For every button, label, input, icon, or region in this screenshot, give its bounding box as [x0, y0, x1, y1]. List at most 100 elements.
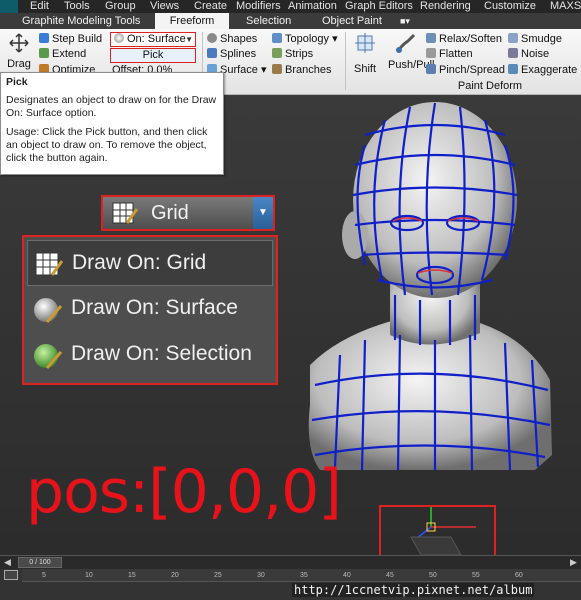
- time-slider-thumb[interactable]: 0 / 100: [18, 557, 62, 568]
- draw-on-menu: Draw On: Grid Draw On: Surface Draw On: …: [22, 235, 278, 385]
- tab-freeform[interactable]: Freeform: [155, 13, 229, 29]
- pick-button[interactable]: Pick: [110, 48, 196, 63]
- topology-button[interactable]: Topology ▾: [272, 32, 338, 46]
- exaggerate-label: Exaggerate: [521, 64, 578, 76]
- watermark-url: http://1ccnetvip.pixnet.net/album: [292, 583, 535, 597]
- tick-label: 55: [472, 572, 480, 579]
- push-pull-label: Push/Pull: [388, 59, 435, 71]
- tick-label: 15: [128, 572, 136, 579]
- strips-button[interactable]: Strips: [272, 47, 313, 61]
- push-pull-button[interactable]: Push/Pull: [388, 31, 435, 71]
- shapes-label: Shapes: [220, 33, 258, 45]
- next-frame-icon[interactable]: ▶: [570, 557, 577, 568]
- exaggerate-button[interactable]: Exaggerate: [508, 63, 577, 77]
- menu-create[interactable]: Create: [194, 0, 227, 13]
- drag-label: Drag: [7, 58, 31, 70]
- tick-label: 35: [300, 572, 308, 579]
- step-build-label: Step Build: [52, 33, 103, 45]
- pick-tooltip: Pick Designates an object to draw on for…: [0, 72, 224, 175]
- branches-button[interactable]: Branches: [272, 63, 331, 77]
- key-filter-icon[interactable]: [4, 570, 18, 580]
- extend-icon: [39, 48, 49, 58]
- draw-on-current-label: Grid: [151, 202, 189, 224]
- tab-object-paint[interactable]: Object Paint: [322, 13, 382, 29]
- grid-pencil-icon: [35, 252, 64, 276]
- menu-views[interactable]: Views: [150, 0, 179, 13]
- draw-on-grid-dropdown[interactable]: Grid ▼: [101, 195, 275, 231]
- tick-label: 20: [171, 572, 179, 579]
- brush-icon: [396, 33, 416, 53]
- extend-button[interactable]: Extend: [39, 47, 86, 61]
- splines-icon: [207, 48, 217, 58]
- menu-item-draw-on-selection[interactable]: Draw On: Selection: [27, 332, 273, 378]
- topology-icon: [272, 33, 282, 43]
- surface-sphere-icon: [34, 298, 63, 323]
- menu-customize[interactable]: Customize: [484, 0, 536, 13]
- menu-item-draw-on-surface[interactable]: Draw On: Surface: [27, 286, 273, 332]
- menu-modifiers[interactable]: Modifiers: [236, 0, 281, 13]
- menu-maxscript[interactable]: MAXS: [550, 0, 581, 13]
- smudge-button[interactable]: Smudge: [508, 32, 562, 46]
- time-slider-bar[interactable]: ◀ 0 / 100 ▶: [0, 555, 581, 569]
- pinch-spread-label: Pinch/Spread: [439, 64, 506, 76]
- menu-item-draw-on-grid[interactable]: Draw On: Grid: [27, 240, 273, 286]
- draw-on-surface-dropdown[interactable]: On: Surface ▼: [110, 32, 196, 47]
- relax-soften-button[interactable]: Relax/Soften: [426, 32, 502, 46]
- menu-graph-editors[interactable]: Graph Editors: [345, 0, 413, 13]
- head-bust-model[interactable]: [300, 95, 560, 515]
- menu-rendering[interactable]: Rendering: [420, 0, 471, 13]
- menu-item-label: Draw On: Surface: [71, 296, 238, 319]
- drag-button[interactable]: Drag: [4, 33, 34, 71]
- branches-label: Branches: [285, 64, 332, 76]
- flatten-icon: [426, 48, 436, 58]
- extend-label: Extend: [52, 48, 87, 60]
- step-build-icon: [39, 33, 49, 43]
- pinch-spread-button[interactable]: Pinch/Spread: [426, 63, 505, 77]
- shift-button[interactable]: Shift: [350, 33, 380, 76]
- selection-sphere-icon: [34, 344, 63, 369]
- tick-label: 10: [85, 572, 93, 579]
- chevron-down-icon: ▼: [185, 35, 193, 44]
- tick-label: 60: [515, 572, 523, 579]
- chevron-down-icon[interactable]: ▼: [253, 197, 273, 229]
- tooltip-usage: Usage: Click the Pick button, and then c…: [6, 126, 208, 164]
- position-annotation: pos:[0,0,0]: [26, 457, 342, 527]
- splines-label: Splines: [220, 48, 257, 60]
- tick-label: 45: [386, 572, 394, 579]
- menu-edit[interactable]: Edit: [30, 0, 49, 13]
- on-surface-label: On: Surface: [127, 33, 186, 45]
- menu-animation[interactable]: Animation: [288, 0, 337, 13]
- transform-gizmo-highlight: [379, 505, 496, 555]
- smudge-label: Smudge: [521, 33, 562, 45]
- shapes-button[interactable]: Shapes: [207, 32, 257, 46]
- branches-icon: [272, 64, 282, 74]
- tooltip-title: Pick: [6, 76, 28, 88]
- menu-group[interactable]: Group: [105, 0, 136, 13]
- previous-frame-icon[interactable]: ◀: [4, 557, 11, 568]
- exaggerate-icon: [508, 64, 518, 74]
- tick-label: 25: [214, 572, 222, 579]
- tab-graphite-modeling-tools[interactable]: Graphite Modeling Tools: [22, 13, 140, 29]
- tick-label: 50: [429, 572, 437, 579]
- tick-label: 5: [42, 572, 46, 579]
- step-build-button[interactable]: Step Build: [39, 32, 102, 46]
- draw-on-combo[interactable]: Grid: [103, 197, 253, 229]
- menu-tools[interactable]: Tools: [64, 0, 90, 13]
- display-dropdown-icon[interactable]: ■▾: [400, 13, 410, 29]
- app-icon[interactable]: [0, 0, 18, 13]
- shift-icon: [355, 33, 375, 53]
- axis-gizmo-icon: [410, 507, 476, 555]
- noise-button[interactable]: Noise: [508, 47, 549, 61]
- tab-selection[interactable]: Selection: [246, 13, 291, 29]
- separator: [345, 32, 346, 90]
- tick-label: 30: [257, 572, 265, 579]
- grid-pencil-icon: [112, 202, 139, 224]
- tooltip-description: Designates an object to draw on for the …: [6, 94, 217, 119]
- trackbar[interactable]: 5 10 15 20 25 30 35 40 45 50 55 60 http:…: [0, 569, 581, 600]
- relax-icon: [426, 33, 436, 43]
- paint-deform-panel-label[interactable]: Paint Deform: [430, 80, 550, 92]
- flatten-button[interactable]: Flatten: [426, 47, 473, 61]
- splines-button[interactable]: Splines: [207, 47, 256, 61]
- menubar: Edit Tools Group Views Create Modifiers …: [0, 0, 581, 13]
- tick-label: 40: [343, 572, 351, 579]
